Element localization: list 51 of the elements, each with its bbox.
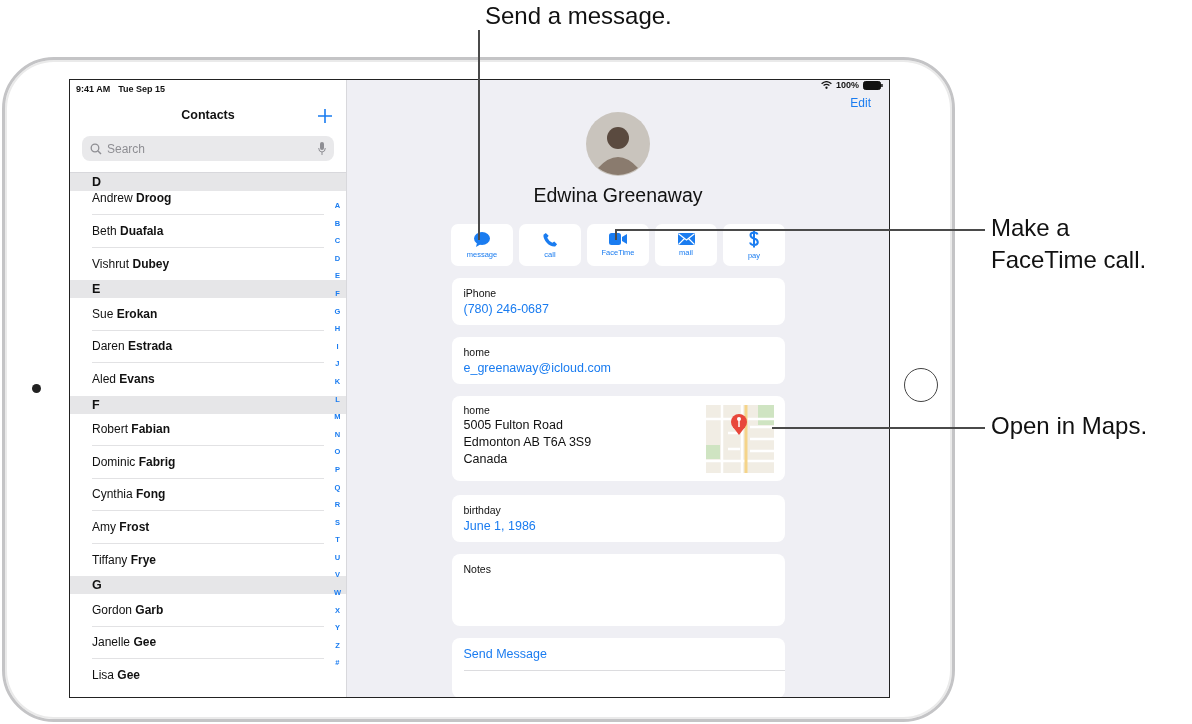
callout-text: Send a message. <box>485 1 672 31</box>
envelope-icon <box>677 233 695 245</box>
battery-percent: 100% <box>835 80 859 90</box>
contact-name[interactable]: Janelle Gee <box>92 635 157 650</box>
contact-name[interactable]: Cynthia Fong <box>92 487 166 502</box>
contact-full-name: Edwina Greenaway <box>533 184 703 207</box>
dollar-icon <box>749 230 759 248</box>
contact-name[interactable]: Lisa Gee <box>92 668 141 683</box>
contact-name[interactable]: Vishrut Dubey <box>92 256 170 271</box>
status-date: Tue Sep 15 <box>118 84 166 94</box>
contact-name[interactable]: Andrew Droog <box>92 191 172 205</box>
field-label: home <box>463 346 491 358</box>
wifi-icon <box>820 81 832 89</box>
callout-text: Open in Maps. <box>991 411 1148 441</box>
video-camera-icon <box>609 233 627 245</box>
search-bar[interactable]: Search <box>82 136 334 161</box>
address-line: Canada <box>463 451 509 467</box>
camera-dot <box>32 384 41 393</box>
contact-name[interactable]: Gordon Garb <box>92 602 164 617</box>
phone-icon <box>542 231 558 247</box>
edit-link[interactable]: Edit <box>850 96 871 110</box>
field-value[interactable]: (780) 246-0687 <box>463 302 773 316</box>
notes-label: Notes <box>463 563 492 575</box>
contact-name[interactable]: Robert Fabian <box>92 422 171 437</box>
field-label: birthday <box>463 504 502 516</box>
battery-icon <box>863 80 883 90</box>
contact-name[interactable]: Sue Erokan <box>92 306 158 321</box>
avatar-silhouette <box>586 112 650 176</box>
status-time: 9:41 AM <box>76 84 111 94</box>
contact-name[interactable]: Daren Estrada <box>92 339 173 354</box>
contact-name[interactable]: Aled Evans <box>92 372 155 387</box>
speech-bubble-icon <box>474 231 490 247</box>
map-thumbnail[interactable] <box>705 405 774 473</box>
contact-name[interactable]: Beth Duafala <box>92 223 164 238</box>
search-field[interactable]: Search <box>107 141 313 156</box>
field-label: iPhone <box>463 287 498 299</box>
field-value[interactable]: e_greenaway@icloud.com <box>463 361 773 375</box>
callout-text: Make a FaceTime call. <box>991 213 1147 275</box>
add-icon[interactable] <box>318 109 332 123</box>
contacts-title: Contacts <box>181 108 235 122</box>
search-icon <box>90 142 102 155</box>
send-message-link[interactable]: Send Message <box>463 647 785 661</box>
address-line: Edmonton AB T6A 3S9 <box>463 434 592 450</box>
field-label: home <box>463 404 491 416</box>
contact-name[interactable]: Dominic Fabrig <box>92 454 176 469</box>
microphone-icon[interactable] <box>318 142 326 155</box>
section-header: D <box>70 173 346 191</box>
contact-name[interactable]: Amy Frost <box>92 519 150 534</box>
contact-name[interactable]: Tiffany Frye <box>92 552 157 567</box>
field-value[interactable]: June 1, 1986 <box>463 519 773 533</box>
address-line: 5005 Fulton Road <box>463 417 564 433</box>
